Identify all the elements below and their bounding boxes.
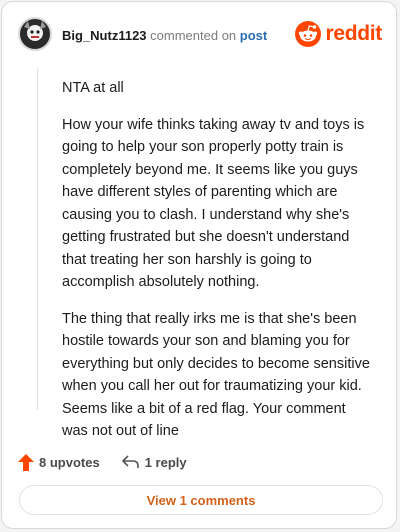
comment-body: NTA at all How your wife thinks taking a… xyxy=(62,77,372,457)
byline: Big_Nutz1123 commented on post xyxy=(62,28,267,43)
reddit-snoo-icon xyxy=(295,21,322,47)
comment-paragraph: How your wife thinks taking away tv and … xyxy=(62,116,365,291)
comment-header: Big_Nutz1123 commented on post reddit xyxy=(16,17,382,53)
post-link[interactable]: post xyxy=(240,28,267,43)
comment-paragraph: NTA at all xyxy=(62,80,124,96)
reply-button[interactable]: 1 reply xyxy=(121,454,187,470)
view-comments-button[interactable]: View 1 comments xyxy=(19,485,383,515)
comment-paragraph: The thing that really irks me is that sh… xyxy=(62,310,370,440)
reply-arrow-icon xyxy=(121,455,139,468)
avatar[interactable] xyxy=(18,17,52,51)
comment-card: Big_Nutz1123 commented on post reddit NT… xyxy=(1,1,397,529)
upvote-arrow-icon xyxy=(18,453,34,471)
reply-count: 1 reply xyxy=(144,454,187,470)
reddit-logo[interactable]: reddit xyxy=(295,20,382,48)
upvote-count: 8 upvotes xyxy=(39,454,100,470)
upvote-button[interactable]: 8 upvotes xyxy=(18,453,100,471)
logo-text: reddit xyxy=(325,22,382,45)
thread-line xyxy=(37,68,38,410)
username-link[interactable]: Big_Nutz1123 xyxy=(62,28,147,43)
byline-action: commented on xyxy=(150,28,237,43)
comment-actions: 8 upvotes 1 reply xyxy=(18,450,209,474)
